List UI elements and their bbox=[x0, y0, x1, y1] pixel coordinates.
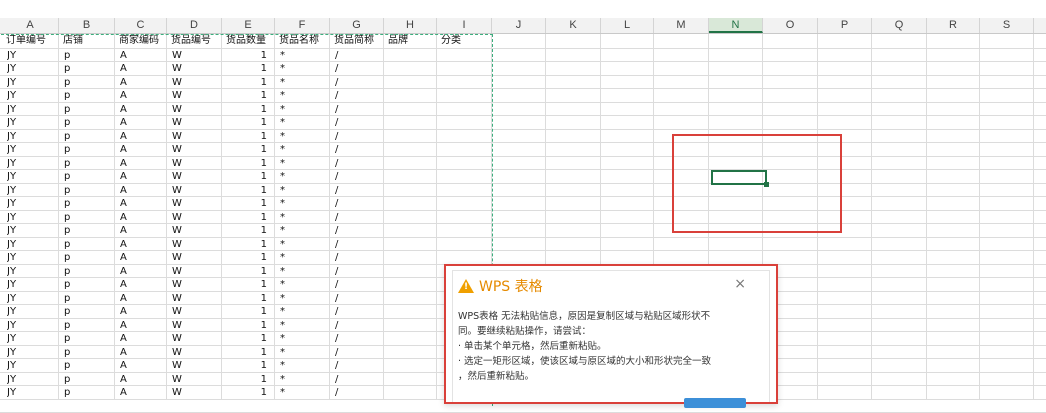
column-header-l[interactable]: L bbox=[601, 18, 654, 33]
dialog-message-line: 同。要继续粘贴操作，请尝试： bbox=[458, 326, 592, 337]
copy-selection-marquee bbox=[1, 34, 493, 406]
column-header-m[interactable]: M bbox=[654, 18, 709, 33]
dialog-title: ! WPS 表格 bbox=[458, 276, 543, 296]
column-header-o[interactable]: O bbox=[763, 18, 818, 33]
column-header-bar: ABCDEFGHIJKLMNOPQRS bbox=[0, 18, 1046, 34]
dialog-title-text: WPS 表格 bbox=[479, 279, 543, 295]
dialog-message-line: · 选定一矩形区域，使该区域与原区域的大小和形状完全一致 bbox=[458, 356, 712, 367]
column-header-h[interactable]: H bbox=[384, 18, 437, 33]
column-header-r[interactable]: R bbox=[927, 18, 980, 33]
toolbar-strip bbox=[0, 0, 1046, 18]
column-header-a[interactable]: A bbox=[2, 18, 59, 33]
column-header-i[interactable]: I bbox=[437, 18, 492, 33]
paste-error-dialog: ! WPS 表格 × WPS表格 无法粘贴信息，原因是复制区域与粘贴区域形状不 同… bbox=[444, 264, 778, 408]
dialog-message-line: ，然后重新粘贴。 bbox=[458, 371, 535, 382]
close-icon[interactable]: × bbox=[734, 276, 746, 292]
column-header-s[interactable]: S bbox=[980, 18, 1034, 33]
column-header-d[interactable]: D bbox=[167, 18, 222, 33]
column-header-n[interactable]: N bbox=[709, 18, 763, 33]
dialog-message-line: · 单击某个单元格，然后重新粘贴。 bbox=[458, 341, 607, 352]
column-header-b[interactable]: B bbox=[59, 18, 115, 33]
column-header-p[interactable]: P bbox=[818, 18, 872, 33]
column-header-j[interactable]: J bbox=[492, 18, 546, 33]
column-header-k[interactable]: K bbox=[546, 18, 601, 33]
column-header-f[interactable]: F bbox=[275, 18, 330, 33]
warning-icon: ! bbox=[458, 279, 474, 293]
column-header-g[interactable]: G bbox=[330, 18, 384, 33]
column-header-q[interactable]: Q bbox=[872, 18, 927, 33]
column-header-e[interactable]: E bbox=[222, 18, 275, 33]
dialog-message-line: WPS表格 无法粘贴信息，原因是复制区域与粘贴区域形状不 bbox=[458, 311, 711, 322]
active-cell-selection[interactable] bbox=[711, 170, 769, 187]
column-header-c[interactable]: C bbox=[115, 18, 167, 33]
